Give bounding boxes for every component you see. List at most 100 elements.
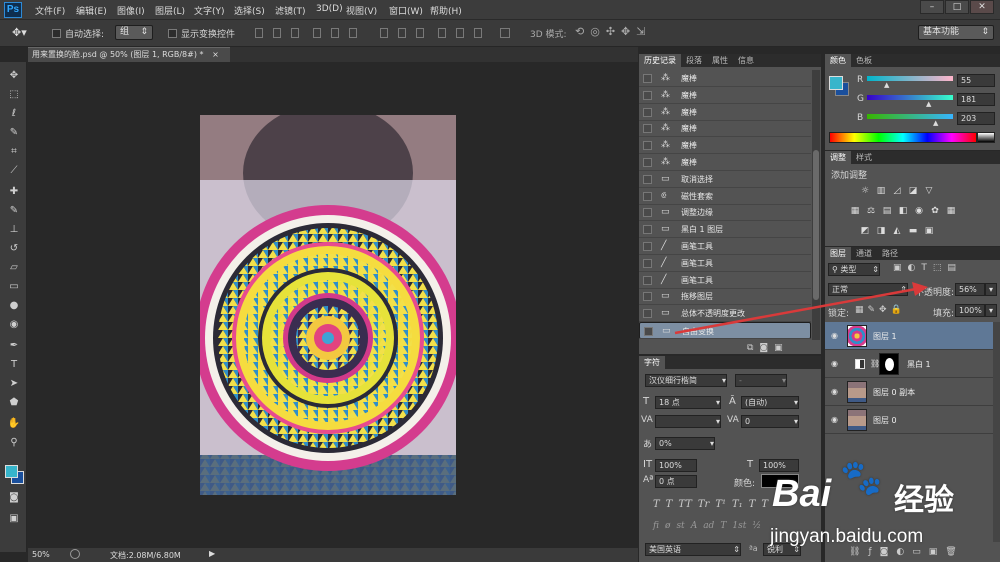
swash-button[interactable]: A xyxy=(691,521,698,531)
quick-mask-icon[interactable]: ◙ xyxy=(5,490,23,506)
exposure-icon[interactable]: ◪ xyxy=(907,185,919,197)
layer-row[interactable]: ◉ 图层 0 xyxy=(825,406,993,434)
history-snapshot-checkbox[interactable] xyxy=(643,242,652,251)
brush-tool-icon[interactable]: ✎ xyxy=(5,203,23,219)
document-tab[interactable]: 用来置换的脸.psd @ 50% (图层 1, RGB/8#) * × xyxy=(28,47,230,62)
align-bottom-icon[interactable] xyxy=(291,28,299,38)
tab-color[interactable]: 颜色 xyxy=(825,54,851,67)
history-snapshot-checkbox[interactable] xyxy=(643,107,652,117)
layer-thumbnail[interactable] xyxy=(847,409,867,431)
opacity-field[interactable]: 56% xyxy=(955,283,985,296)
threshold-icon[interactable]: ◭ xyxy=(891,225,903,237)
history-item[interactable]: ⁂ 魔棒 xyxy=(639,87,811,104)
tab-properties[interactable]: 属性 xyxy=(707,54,733,67)
history-item[interactable]: ▭ 拖移图层 xyxy=(639,288,811,306)
vertical-scale-field[interactable]: 100% xyxy=(655,459,697,472)
visibility-eye-icon[interactable]: ◉ xyxy=(831,387,841,396)
history-item[interactable]: ▭ 黑白 1 图层 xyxy=(639,221,811,239)
menu-layer[interactable]: 图层(L) xyxy=(155,4,185,17)
menu-help[interactable]: 帮助(H) xyxy=(430,4,462,17)
distribute-left-icon[interactable] xyxy=(438,28,446,38)
history-snapshot-checkbox[interactable] xyxy=(643,174,652,184)
auto-select-checkbox[interactable] xyxy=(52,29,61,38)
screen-mode-icon[interactable]: ▣ xyxy=(5,511,23,527)
slider-handle-icon[interactable]: ▲ xyxy=(884,81,889,89)
font-style-dropdown[interactable]: - ▾ xyxy=(735,374,787,387)
minimize-button[interactable]: – xyxy=(920,0,944,14)
faux-italic-button[interactable]: T xyxy=(666,499,673,510)
visibility-eye-icon[interactable]: ◉ xyxy=(831,415,841,424)
align-left-icon[interactable] xyxy=(313,28,321,38)
menu-window[interactable]: 窗口(W) xyxy=(389,4,423,17)
history-snapshot-checkbox[interactable] xyxy=(644,327,653,336)
invert-icon[interactable]: ◩ xyxy=(859,225,871,237)
distribute-right-icon[interactable] xyxy=(474,28,482,38)
history-item[interactable]: ╱ 画笔工具 xyxy=(639,272,811,289)
history-snapshot-checkbox[interactable] xyxy=(643,258,652,268)
brightness-icon[interactable]: ☼ xyxy=(859,185,871,197)
gradient-map-triangle-icon[interactable]: ▽ xyxy=(923,185,935,197)
history-item[interactable]: ⁂ 魔棒 xyxy=(639,70,811,87)
tab-paths[interactable]: 路径 xyxy=(877,247,903,260)
maximize-button[interactable]: □ xyxy=(945,0,969,14)
history-item[interactable]: ⟃ 磁性套索 xyxy=(639,188,811,205)
history-item[interactable]: ▭ 总体不透明度更改 xyxy=(639,305,811,323)
distribute-vcenter-icon[interactable] xyxy=(398,28,406,38)
blend-mode-dropdown[interactable]: 正常 ⇕ xyxy=(828,283,908,296)
layer-thumbnail[interactable] xyxy=(847,325,867,347)
align-right-icon[interactable] xyxy=(349,28,357,38)
tracking-field[interactable]: 0 ▾ xyxy=(741,415,799,428)
auto-align-icon[interactable] xyxy=(500,28,510,38)
visibility-eye-icon[interactable]: ◉ xyxy=(831,331,841,340)
old-style-button[interactable]: ø xyxy=(665,521,670,531)
tab-paragraph[interactable]: 段落 xyxy=(681,54,707,67)
gradient-map-icon[interactable]: ▬ xyxy=(907,225,919,237)
history-item[interactable]: ╱ 画笔工具 xyxy=(639,255,811,272)
history-snapshot-checkbox[interactable] xyxy=(643,225,652,235)
foreground-color-swatch[interactable] xyxy=(5,465,18,478)
history-item[interactable]: ▭ 自由变换 xyxy=(639,322,811,339)
history-scroll-thumb[interactable] xyxy=(813,150,819,300)
photo-filter-icon[interactable]: ◉ xyxy=(913,205,925,217)
layer-row[interactable]: ◉ ⛓ 黑白 1 xyxy=(825,350,993,378)
all-caps-button[interactable]: TT xyxy=(678,499,692,510)
history-snapshot-checkbox[interactable] xyxy=(643,208,652,218)
curves-icon[interactable]: ◿ xyxy=(891,185,903,197)
align-vcenter-icon[interactable] xyxy=(273,28,281,38)
faux-bold-button[interactable]: T xyxy=(653,499,660,510)
color-lookup-icon[interactable]: ▦ xyxy=(945,205,957,217)
fractions-button[interactable]: ½ xyxy=(752,521,761,531)
align-top-icon[interactable] xyxy=(255,28,263,38)
fill-field[interactable]: 100% xyxy=(955,304,985,317)
opacity-dropdown-arrow-icon[interactable]: ▾ xyxy=(985,283,997,296)
history-scrollbar[interactable] xyxy=(812,70,820,340)
leading-field[interactable]: (自动) ▾ xyxy=(741,396,799,409)
history-item[interactable]: ▭ 调整边缘 xyxy=(639,204,811,222)
history-snapshot-checkbox[interactable] xyxy=(643,124,652,134)
type-tool-icon[interactable]: T xyxy=(5,357,23,373)
history-brush-icon[interactable]: ↺ xyxy=(5,241,23,257)
close-document-icon[interactable]: × xyxy=(212,50,219,59)
lasso-tool-icon[interactable]: ℓ xyxy=(5,106,23,122)
layer-mask-thumbnail[interactable] xyxy=(879,353,899,375)
tab-styles[interactable]: 样式 xyxy=(851,151,877,164)
tab-info[interactable]: 信息 xyxy=(733,54,759,67)
menu-edit[interactable]: 编辑(E) xyxy=(76,4,107,17)
distribute-top-icon[interactable] xyxy=(380,28,388,38)
blur-tool-icon[interactable]: ● xyxy=(5,298,23,314)
channel-slider[interactable] xyxy=(867,114,953,119)
tab-history[interactable]: 历史记录 xyxy=(639,54,681,67)
color-panel-foreground-swatch[interactable] xyxy=(829,76,843,90)
levels-icon[interactable]: ▥ xyxy=(875,185,887,197)
font-size-field[interactable]: 18 点 ▾ xyxy=(655,396,721,409)
hand-tool-icon[interactable]: ✋ xyxy=(5,416,23,432)
selective-color-icon[interactable]: ▣ xyxy=(923,225,935,237)
history-item[interactable]: ╱ 画笔工具 xyxy=(639,238,811,255)
history-footer-icons[interactable]: ⧉◙▣ xyxy=(747,343,817,353)
workspace-dropdown[interactable]: 基本功能 ⇕ xyxy=(918,25,994,40)
layer-filter-dropdown[interactable]: ⚲ 类型 ⇕ xyxy=(828,263,880,276)
history-item[interactable]: ⁂ 魔棒 xyxy=(639,120,811,138)
menu-filter[interactable]: 滤镜(T) xyxy=(275,4,306,17)
distribute-bottom-icon[interactable] xyxy=(416,28,424,38)
black-white-icon[interactable]: ◧ xyxy=(897,205,909,217)
